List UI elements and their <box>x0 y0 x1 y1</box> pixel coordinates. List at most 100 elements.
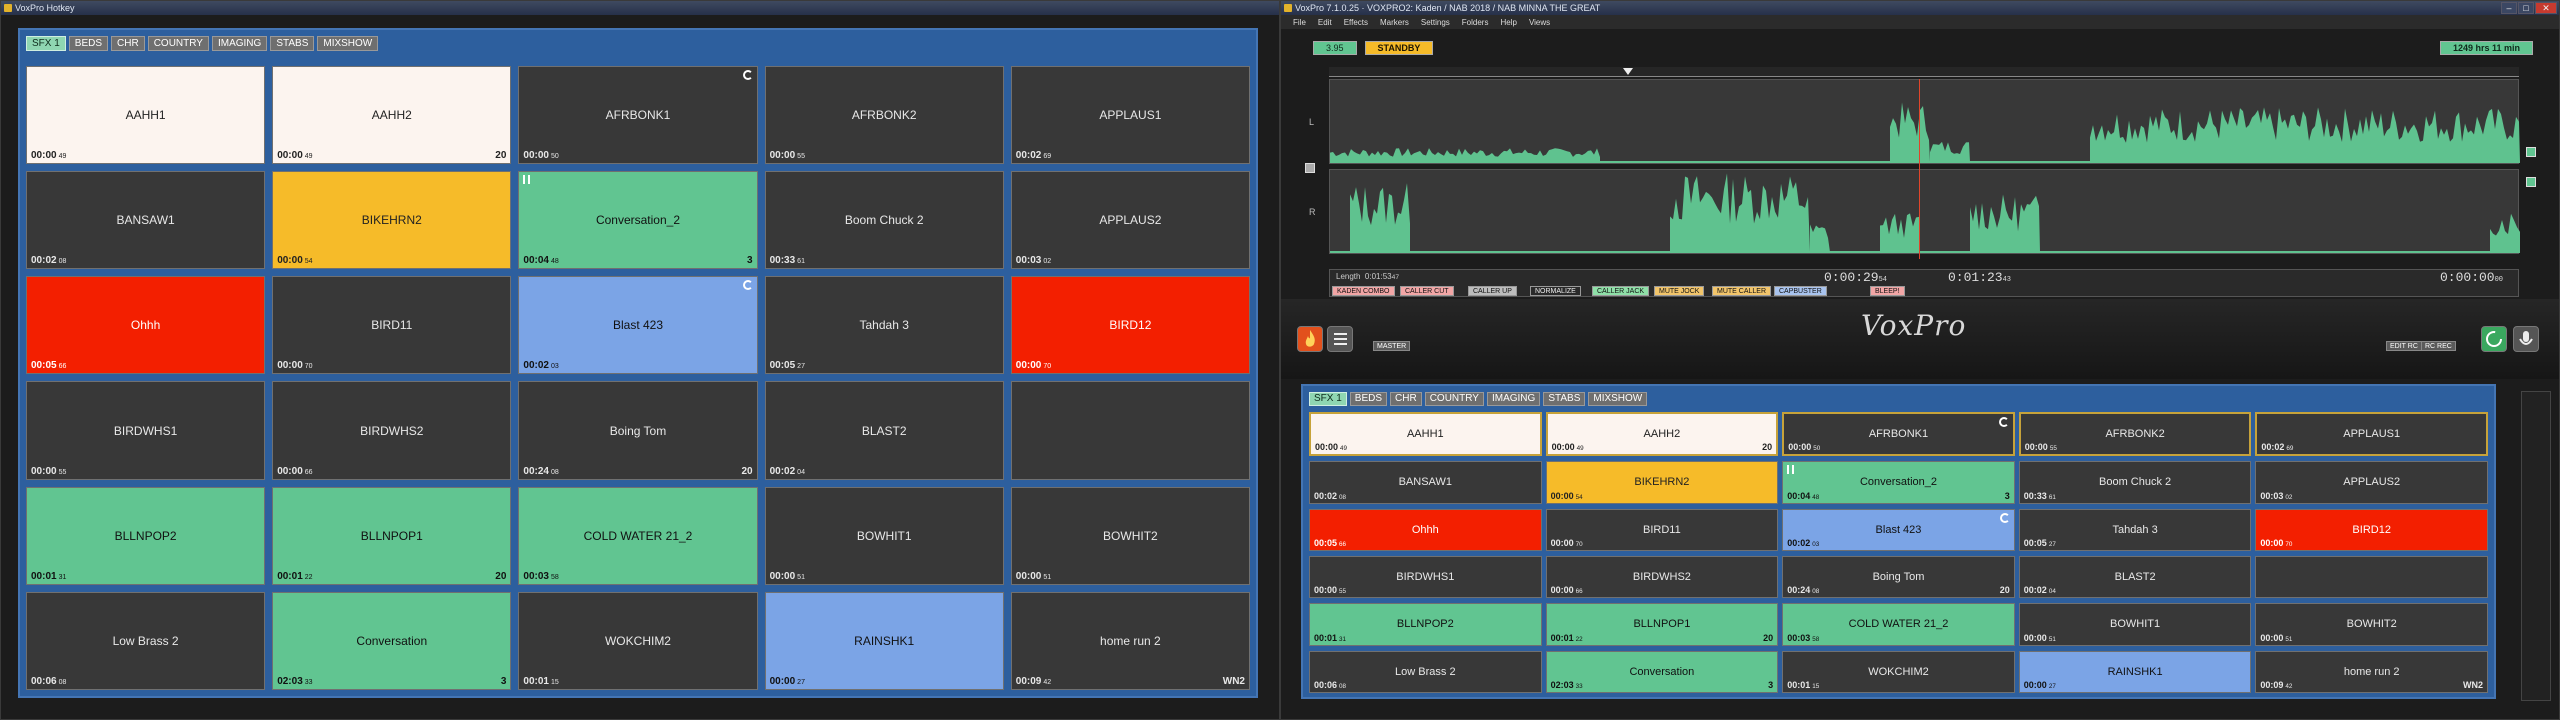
hotkey-empty[interactable] <box>2255 555 2488 599</box>
waveform-right[interactable] <box>1329 169 2520 254</box>
hotkey-blast-423[interactable]: Blast 423 00:02 03 <box>1782 508 2015 551</box>
hotkey-tahdah-3[interactable]: Tahdah 3 00:05 27 <box>2018 508 2252 551</box>
microphone-icon[interactable] <box>2513 326 2539 352</box>
edit-rec-button[interactable]: EDIT RC <box>2386 341 2422 351</box>
hotkey-bllnpop1[interactable]: BLLNPOP1 00:01 22 20 <box>272 486 512 585</box>
hotkey-cold-water-21-2[interactable]: COLD WATER 21_2 00:03 58 <box>1782 603 2015 646</box>
playhead-marker-icon[interactable] <box>1623 68 1633 75</box>
caller-button-bleep[interactable]: BLEEP! <box>1870 286 1905 296</box>
hotkey-conversation[interactable]: Conversation 02:03 33 3 <box>272 591 512 690</box>
tab-country[interactable]: COUNTRY <box>147 36 209 51</box>
caller-button-mute-jock[interactable]: MUTE JOCK <box>1654 286 1705 296</box>
hotkey-boing-tom[interactable]: Boing Tom 00:24 08 20 <box>1782 555 2015 599</box>
tab-imaging[interactable]: IMAGING <box>211 36 268 51</box>
caller-button-mute-caller[interactable]: MUTE CALLER <box>1712 286 1772 296</box>
refresh-icon[interactable] <box>2481 326 2507 352</box>
hotkey-bird11[interactable]: BIRD11 00:00 70 <box>1545 508 1779 551</box>
hotkey-bowhit1[interactable]: BOWHIT1 00:00 51 <box>2018 603 2252 646</box>
hotkey-applaus1[interactable]: APPLAUS1 00:02 69 <box>2255 412 2488 457</box>
timeline-ruler[interactable] <box>1329 67 2519 77</box>
hotkey-birdwhs2[interactable]: BIRDWHS2 00:00 66 <box>272 381 512 480</box>
menu-edit[interactable]: Edit <box>1318 18 1332 27</box>
hotkey-blast2[interactable]: BLAST2 00:02 04 <box>764 381 1004 480</box>
tab-mixshow[interactable]: MIXSHOW <box>317 36 379 51</box>
hotkey-bird12[interactable]: BIRD12 00:00 70 <box>2255 508 2488 551</box>
hotkey-afrbonk2[interactable]: AFRBONK2 00:00 55 <box>764 66 1004 165</box>
hotkey-applaus1[interactable]: APPLAUS1 00:02 69 <box>1010 66 1250 165</box>
menu-views[interactable]: Views <box>1529 18 1550 27</box>
hotkey-birdwhs2[interactable]: BIRDWHS2 00:00 66 <box>1545 555 1779 599</box>
hotkey-applaus2[interactable]: APPLAUS2 00:03 02 <box>2255 461 2488 504</box>
zoom-out-toggle[interactable] <box>2526 177 2536 187</box>
hotkey-aahh1[interactable]: AAHH1 00:00 49 <box>1309 412 1542 457</box>
hotkey-home-run-2[interactable]: home run 2 00:09 42 WN2 <box>2255 650 2488 693</box>
caller-button-caller-cut[interactable]: CALLER CUT <box>1400 286 1454 296</box>
caller-button-capbuster[interactable]: CAPBUSTER <box>1774 286 1827 296</box>
hotkey-bansaw1[interactable]: BANSAW1 00:02 08 <box>1309 461 1542 504</box>
hotkey-boing-tom[interactable]: Boing Tom 00:24 08 20 <box>518 381 758 480</box>
hotkey-blast2[interactable]: BLAST2 00:02 04 <box>2018 555 2252 599</box>
waveform-left[interactable] <box>1329 79 2520 164</box>
hotkey-bllnpop2[interactable]: BLLNPOP2 00:01 31 <box>1309 603 1542 646</box>
standby-status[interactable]: STANDBY <box>1364 41 1434 55</box>
hotkey-bowhit2[interactable]: BOWHIT2 00:00 51 <box>2255 603 2488 646</box>
fire-icon[interactable] <box>1297 326 1323 352</box>
zoom-in-toggle[interactable] <box>2526 147 2536 157</box>
caller-button-normalize[interactable]: NORMALIZE <box>1530 286 1581 296</box>
hotkey-aahh2[interactable]: AAHH2 00:00 49 20 <box>272 66 512 165</box>
hotkey-bllnpop2[interactable]: BLLNPOP2 00:01 31 <box>26 486 266 585</box>
tab-country[interactable]: COUNTRY <box>1424 392 1484 406</box>
hotkey-ohhh[interactable]: Ohhh 00:05 66 <box>1309 508 1542 551</box>
tab-beds[interactable]: BEDS <box>68 36 109 51</box>
hotkey-empty[interactable] <box>1010 381 1250 480</box>
tab-sfx-1[interactable]: SFX 1 <box>26 36 66 51</box>
marker-a-time[interactable]: 0:00:2954 <box>1824 270 1887 285</box>
hotkey-home-run-2[interactable]: home run 2 00:09 42 WN2 <box>1010 591 1250 690</box>
hotkey-bird12[interactable]: BIRD12 00:00 70 <box>1010 276 1250 375</box>
caller-button-caller-up[interactable]: CALLER UP <box>1468 286 1517 296</box>
hotkey-low-brass-2[interactable]: Low Brass 2 00:06 08 <box>1309 650 1542 693</box>
hotkey-bird11[interactable]: BIRD11 00:00 70 <box>272 276 512 375</box>
tab-beds[interactable]: BEDS <box>1349 392 1388 406</box>
hotkey-tahdah-3[interactable]: Tahdah 3 00:05 27 <box>764 276 1004 375</box>
tab-chr[interactable]: CHR <box>1390 392 1422 406</box>
hotkey-conversation[interactable]: Conversation 02:03 33 3 <box>1545 650 1779 693</box>
hotkey-bikehrn2[interactable]: BIKEHRN2 00:00 54 <box>1545 461 1779 504</box>
hotkey-applaus2[interactable]: APPLAUS2 00:03 02 <box>1010 171 1250 270</box>
hotkey-boom-chuck-2[interactable]: Boom Chuck 2 00:33 61 <box>764 171 1004 270</box>
hotkey-afrbonk1[interactable]: AFRBONK1 00:00 50 <box>1782 412 2015 457</box>
marker-b-time[interactable]: 0:01:2343 <box>1948 270 2011 285</box>
master-button[interactable]: MASTER <box>1373 341 1411 351</box>
hotkey-birdwhs1[interactable]: BIRDWHS1 00:00 55 <box>1309 555 1542 599</box>
marker-c-time[interactable]: 0:00:0000 <box>2440 270 2503 285</box>
hotkey-bowhit2[interactable]: BOWHIT2 00:00 51 <box>1010 486 1250 585</box>
hotkey-bansaw1[interactable]: BANSAW1 00:02 08 <box>26 171 266 270</box>
hotkey-aahh2[interactable]: AAHH2 00:00 49 20 <box>1545 412 1779 457</box>
menu-folders[interactable]: Folders <box>1462 18 1489 27</box>
hotkey-afrbonk1[interactable]: AFRBONK1 00:00 50 <box>518 66 758 165</box>
menu-effects[interactable]: Effects <box>1344 18 1368 27</box>
close-button[interactable]: ✕ <box>2535 2 2557 14</box>
menu-help[interactable]: Help <box>1500 18 1516 27</box>
maximize-button[interactable]: □ <box>2518 2 2534 14</box>
hotkey-conversation-2[interactable]: Conversation_2 00:04 48 3 <box>1782 461 2015 504</box>
menu-markers[interactable]: Markers <box>1380 18 1409 27</box>
hotkey-birdwhs1[interactable]: BIRDWHS1 00:00 55 <box>26 381 266 480</box>
hotkey-wokchim2[interactable]: WOKCHIM2 00:01 15 <box>1782 650 2015 693</box>
tab-imaging[interactable]: IMAGING <box>1486 392 1541 406</box>
rc-rec-button[interactable]: RC REC <box>2421 341 2456 351</box>
tab-mixshow[interactable]: MIXSHOW <box>1588 392 1648 406</box>
link-channels-checkbox[interactable] <box>1305 163 1315 173</box>
hotkey-boom-chuck-2[interactable]: Boom Chuck 2 00:33 61 <box>2018 461 2252 504</box>
hotkey-bllnpop1[interactable]: BLLNPOP1 00:01 22 20 <box>1545 603 1779 646</box>
tab-chr[interactable]: CHR <box>111 36 145 51</box>
menu-settings[interactable]: Settings <box>1421 18 1450 27</box>
caller-button-kaden-combo[interactable]: KADEN COMBO <box>1332 286 1395 296</box>
tab-sfx-1[interactable]: SFX 1 <box>1309 392 1347 406</box>
hotkey-aahh1[interactable]: AAHH1 00:00 49 <box>26 66 266 165</box>
hotkey-cold-water-21-2[interactable]: COLD WATER 21_2 00:03 58 <box>518 486 758 585</box>
caller-button-caller-jack[interactable]: CALLER JACK <box>1592 286 1650 296</box>
hotkey-low-brass-2[interactable]: Low Brass 2 00:06 08 <box>26 591 266 690</box>
hotkey-bikehrn2[interactable]: BIKEHRN2 00:00 54 <box>272 171 512 270</box>
hotkey-conversation-2[interactable]: Conversation_2 00:04 48 3 <box>518 171 758 270</box>
